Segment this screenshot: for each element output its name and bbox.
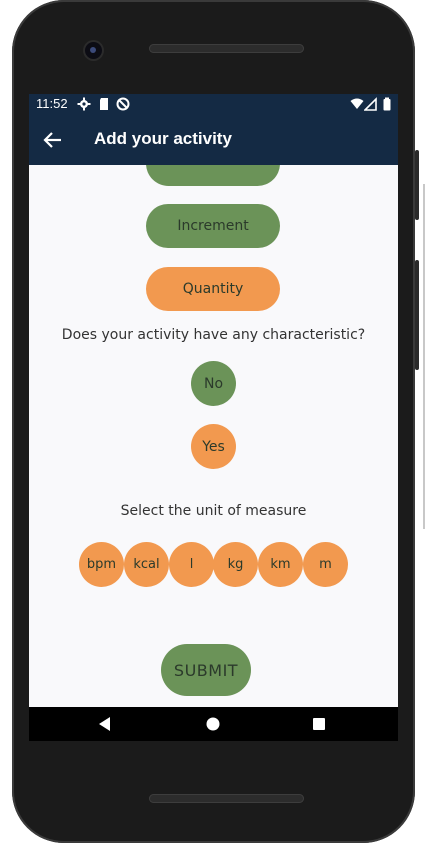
battery-icon xyxy=(383,97,391,111)
system-nav-bar xyxy=(29,707,398,741)
wifi-icon xyxy=(350,98,364,109)
unit-option-m[interactable]: m xyxy=(303,542,348,587)
activity-form: Increment Quantity Does your activity ha… xyxy=(29,165,398,707)
unit-option-l[interactable]: l xyxy=(169,542,214,587)
volume-button xyxy=(415,260,419,370)
submit-button[interactable]: SUBMIT xyxy=(161,644,251,696)
unit-option-kg[interactable]: kg xyxy=(213,542,258,587)
quantity-button[interactable]: Quantity xyxy=(146,267,280,311)
characteristic-question: Does your activity have any characterist… xyxy=(61,327,366,343)
bottom-speaker xyxy=(149,794,304,803)
recents-square-icon[interactable] xyxy=(310,715,328,733)
app-bar: Add your activity xyxy=(29,115,398,165)
power-button xyxy=(415,150,419,220)
characteristic-yes-button[interactable]: Yes xyxy=(191,424,236,469)
cell-signal-icon xyxy=(364,97,377,111)
unit-option-km[interactable]: km xyxy=(258,542,303,587)
back-triangle-icon[interactable] xyxy=(96,715,114,733)
characteristic-no-button[interactable]: No xyxy=(191,361,236,406)
front-camera xyxy=(85,42,102,59)
home-circle-icon[interactable] xyxy=(204,715,222,733)
increment-button[interactable]: Increment xyxy=(146,204,280,248)
page-title: Add your activity xyxy=(94,129,232,148)
sd-card-icon xyxy=(100,98,108,110)
unit-prompt: Select the unit of measure xyxy=(120,503,307,519)
unit-option-bpm[interactable]: bpm xyxy=(79,542,124,587)
arrow-left-icon[interactable] xyxy=(43,131,63,149)
device-screen: 11:52 Add your activity Increment Quanti… xyxy=(29,94,398,741)
top-speaker xyxy=(149,44,304,53)
status-time: 11:52 xyxy=(36,96,68,111)
sync-off-icon xyxy=(116,97,130,111)
status-bar: 11:52 xyxy=(29,94,398,115)
measure-type-button-partial[interactable] xyxy=(146,165,280,186)
gear-icon xyxy=(77,97,91,111)
unit-option-kcal[interactable]: kcal xyxy=(124,542,169,587)
